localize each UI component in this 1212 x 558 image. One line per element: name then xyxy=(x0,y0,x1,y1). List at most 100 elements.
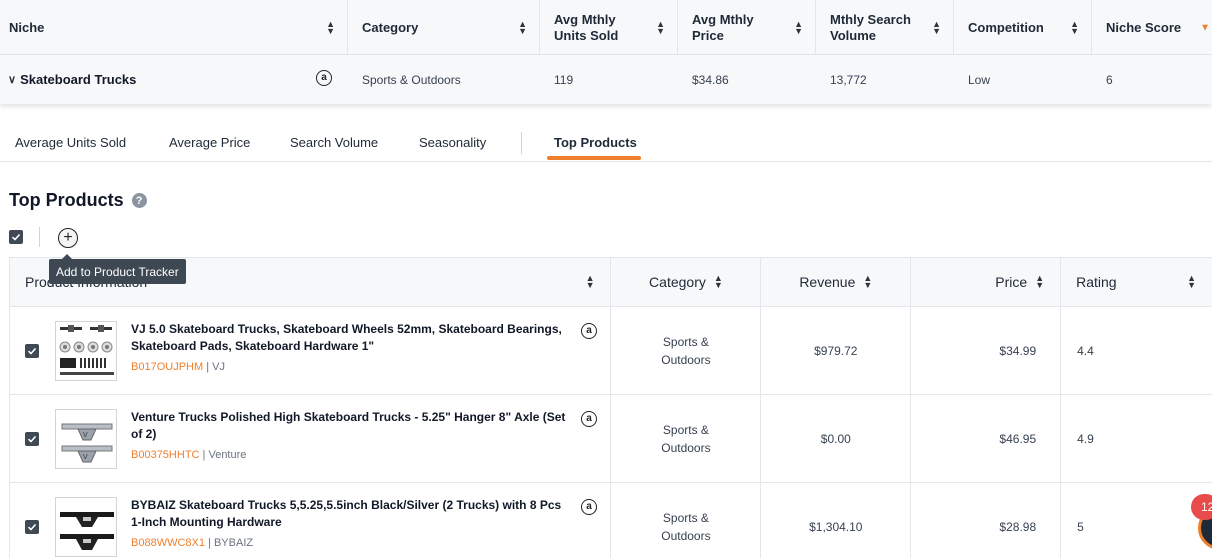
svg-text:V: V xyxy=(83,432,88,439)
units-sold-column-header[interactable]: Avg Mthly Units Sold ▲ ▼ xyxy=(540,0,678,55)
product-revenue: $0.00 xyxy=(761,395,912,482)
competition-header-label: Competition xyxy=(968,19,1044,35)
checkmark-icon xyxy=(27,347,37,355)
checkmark-icon xyxy=(27,435,37,443)
amazon-icon[interactable]: a xyxy=(316,70,332,86)
tab-seasonality[interactable]: Seasonality xyxy=(419,135,486,150)
price-column-header[interactable]: Price ▲ ▼ xyxy=(911,258,1062,306)
product-category: Sports & Outdoors xyxy=(611,307,762,394)
sort-icon[interactable]: ▲ ▼ xyxy=(863,274,872,290)
product-asin[interactable]: B017OUJPHM xyxy=(131,361,203,373)
product-asin[interactable]: B088WWC8X1 xyxy=(131,537,205,549)
product-title[interactable]: VJ 5.0 Skateboard Trucks, Skateboard Whe… xyxy=(131,321,571,355)
competition-column-header[interactable]: Competition ▲ ▼ xyxy=(954,0,1092,55)
tab-divider xyxy=(521,132,522,154)
skateboard-truck-image: V V xyxy=(61,423,113,463)
section-title-text: Top Products xyxy=(9,190,124,210)
niche-cell[interactable]: ∨ Skateboard Trucks a xyxy=(0,55,348,104)
tab-average-units-sold[interactable]: Average Units Sold xyxy=(15,135,126,150)
product-category-text: Sports & Outdoors xyxy=(661,422,711,455)
sort-icon[interactable]: ▲ ▼ xyxy=(932,19,941,35)
product-info-cell: BYBAIZ Skateboard Trucks 5,5.25,5.5inch … xyxy=(10,483,612,558)
row-checkbox[interactable] xyxy=(25,344,39,358)
niche-competition: Low xyxy=(968,72,991,87)
product-text: BYBAIZ Skateboard Trucks 5,5.25,5.5inch … xyxy=(131,497,571,549)
sort-desc-icon[interactable]: ▼ xyxy=(1200,23,1210,33)
product-revenue: $1,304.10 xyxy=(761,483,912,558)
niche-table-header: Niche ▲ ▼ Category ▲ ▼ Avg Mthly Units Sold… xyxy=(0,0,1212,55)
sort-icon[interactable]: ▲ ▼ xyxy=(714,274,723,290)
tab-average-price[interactable]: Average Price xyxy=(169,135,250,150)
skateboard-truck-image xyxy=(60,512,114,550)
rating-header-label: Rating xyxy=(1076,274,1117,290)
product-title[interactable]: BYBAIZ Skateboard Trucks 5,5.25,5.5inch … xyxy=(131,497,571,531)
sort-icon[interactable]: ▲ ▼ xyxy=(656,19,665,35)
product-thumbnail[interactable] xyxy=(55,321,117,381)
plus-circle-icon: + xyxy=(63,229,73,246)
sort-icon[interactable]: ▲ ▼ xyxy=(586,274,595,290)
niche-units-sold: 119 xyxy=(554,72,574,87)
niche-header-label: Niche xyxy=(9,19,45,35)
help-icon[interactable]: ? xyxy=(131,193,147,208)
tab-search-volume[interactable]: Search Volume xyxy=(290,135,378,150)
revenue-header-label: Revenue xyxy=(799,274,856,290)
search-volume-column-header[interactable]: Mthly Search Volume ▲ ▼ xyxy=(816,0,954,55)
product-thumbnail[interactable]: V V xyxy=(55,409,117,469)
sort-icon[interactable]: ▲ ▼ xyxy=(794,19,803,35)
product-meta: B00375HHTC | Venture xyxy=(131,449,247,461)
niche-row[interactable]: ∨ Skateboard Trucks a Sports & Outdoors … xyxy=(0,55,1212,104)
notification-badge[interactable]: 12 xyxy=(1191,494,1212,520)
amazon-icon[interactable]: a xyxy=(581,411,597,427)
niche-search-volume: 13,772 xyxy=(830,72,867,87)
product-rating: 5 xyxy=(1077,519,1084,534)
tab-bar: Average Units Sold Average Price Search … xyxy=(0,124,1212,162)
product-thumbnail[interactable] xyxy=(55,497,117,557)
category-column-header[interactable]: Category ▲ ▼ xyxy=(348,0,540,55)
select-all-checkbox[interactable] xyxy=(9,230,23,244)
sort-icon[interactable]: ▲ ▼ xyxy=(1070,19,1079,35)
product-info-cell: V V Venture Trucks Polished High Skatebo… xyxy=(10,395,612,482)
row-checkbox[interactable] xyxy=(25,432,39,446)
sort-icon[interactable]: ▲ ▼ xyxy=(326,19,335,35)
product-price: $46.95 xyxy=(911,395,1062,482)
niche-score-header-label: Niche Score xyxy=(1106,19,1182,35)
chevron-down-icon[interactable]: ∨ xyxy=(8,73,16,86)
add-to-tracker-button[interactable]: + xyxy=(58,228,78,248)
category-header-label: Category xyxy=(362,19,419,35)
amazon-icon[interactable]: a xyxy=(581,499,597,515)
tab-top-products[interactable]: Top Products xyxy=(554,135,637,150)
table-row[interactable]: BYBAIZ Skateboard Trucks 5,5.25,5.5inch … xyxy=(9,483,1212,558)
category-header-label: Category xyxy=(649,274,706,290)
product-revenue: $979.72 xyxy=(761,307,912,394)
table-row[interactable]: V V Venture Trucks Polished High Skatebo… xyxy=(9,395,1212,483)
amazon-icon[interactable]: a xyxy=(581,323,597,339)
product-brand: BYBAIZ xyxy=(213,537,254,549)
niche-score-column-header[interactable]: Niche Score ▼ xyxy=(1092,0,1212,55)
sort-icon[interactable]: ▲ ▼ xyxy=(518,19,527,35)
rating-column-header[interactable]: Rating ▲ ▼ xyxy=(1061,258,1212,306)
product-price: $28.98 xyxy=(911,483,1062,558)
category-column-header[interactable]: Category ▲ ▼ xyxy=(611,258,762,306)
niche-column-header[interactable]: Niche ▲ ▼ xyxy=(0,0,348,55)
price-column-header[interactable]: Avg Mthly Price ▲ ▼ xyxy=(678,0,816,55)
price-header-label: Avg Mthly Price xyxy=(692,11,754,43)
niche-category: Sports & Outdoors xyxy=(362,72,461,87)
product-category-text: Sports & Outdoors xyxy=(661,510,711,543)
skateboard-kit-image xyxy=(59,325,114,375)
table-row[interactable]: VJ 5.0 Skateboard Trucks, Skateboard Whe… xyxy=(9,307,1212,395)
product-title[interactable]: Venture Trucks Polished High Skateboard … xyxy=(131,409,571,443)
product-info-cell: VJ 5.0 Skateboard Trucks, Skateboard Whe… xyxy=(10,307,612,394)
sort-icon[interactable]: ▲ ▼ xyxy=(1187,274,1196,290)
product-rating: 4.4 xyxy=(1077,343,1094,358)
sort-icon[interactable]: ▲ ▼ xyxy=(1035,274,1044,290)
add-to-tracker-tooltip: Add to Product Tracker xyxy=(49,254,186,284)
product-brand: VJ xyxy=(212,361,225,373)
product-rating: 4.9 xyxy=(1077,431,1094,446)
product-asin[interactable]: B00375HHTC xyxy=(131,449,199,461)
revenue-column-header[interactable]: Revenue ▲ ▼ xyxy=(761,258,912,306)
product-category: Sports & Outdoors xyxy=(611,395,762,482)
product-meta: B088WWC8X1 | BYBAIZ xyxy=(131,537,254,549)
section-title: Top Products ? xyxy=(9,190,147,211)
product-text: VJ 5.0 Skateboard Trucks, Skateboard Whe… xyxy=(131,321,571,373)
row-checkbox[interactable] xyxy=(25,520,39,534)
